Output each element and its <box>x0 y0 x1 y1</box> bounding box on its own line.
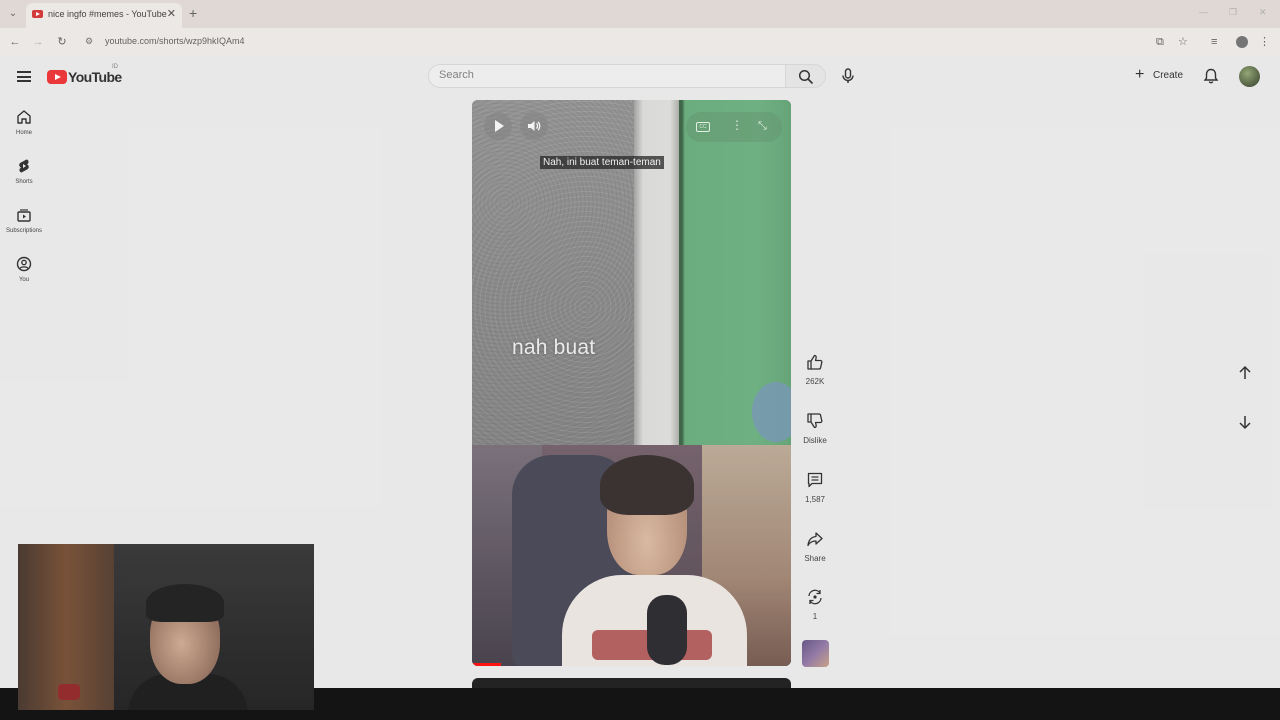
voice-search-button[interactable] <box>836 64 860 88</box>
guide-item-home[interactable]: Home <box>0 109 48 153</box>
browser-menu-icon[interactable]: ⋮ <box>1259 36 1270 48</box>
burned-in-video-text: nah buat <box>512 336 596 359</box>
guide-item-subscriptions[interactable]: Subscriptions <box>0 207 48 251</box>
video-top-clip: nah buat <box>472 100 791 445</box>
guide-item-you[interactable]: You <box>0 256 48 300</box>
site-info-icon[interactable]: ⚙ <box>85 36 93 47</box>
guide-label-home: Home <box>15 130 32 136</box>
arrow-up-icon <box>1239 365 1251 379</box>
closed-caption-text: Nah, ini buat teman-teman <box>540 156 664 169</box>
fullscreen-icon[interactable]: ⤡ <box>758 120 767 133</box>
plus-icon: + <box>1135 66 1145 83</box>
thumbs-down-icon <box>807 413 823 429</box>
browser-tab-strip: ⌄ nice ingfo #memes - YouTube ✕ + — ❐ ✕ <box>0 0 1280 28</box>
guide-item-shorts[interactable]: Shorts <box>0 158 48 202</box>
more-options-icon[interactable]: ⋮ <box>731 118 743 132</box>
player-controls-right: CC ⋮ ⤡ <box>686 112 782 142</box>
remix-count: 1 <box>812 612 818 621</box>
remix-icon <box>808 589 822 605</box>
arrow-down-icon <box>1239 416 1251 430</box>
comments-button[interactable]: 1,587 <box>799 471 831 523</box>
subscriptions-icon <box>17 209 31 222</box>
minimize-window-icon[interactable]: — <box>1199 7 1208 17</box>
like-count: 262K <box>805 377 825 386</box>
dislike-button[interactable]: Dislike <box>799 412 831 464</box>
playback-progress-bar[interactable] <box>472 663 501 666</box>
guide-label-subscriptions: Subscriptions <box>5 228 43 234</box>
webcam-overlay <box>18 544 314 710</box>
forward-arrow-icon[interactable]: → <box>31 35 45 49</box>
create-button[interactable]: + Create <box>1127 64 1193 88</box>
close-window-icon[interactable]: ✕ <box>1259 7 1267 18</box>
guide-menu-icon[interactable] <box>17 71 31 82</box>
maximize-window-icon[interactable]: ❐ <box>1229 7 1237 18</box>
tab-close-icon[interactable]: ✕ <box>167 7 176 20</box>
share-label: Share <box>804 554 826 563</box>
thumbs-up-icon <box>807 354 823 370</box>
logo-country-code: ID <box>112 64 118 70</box>
search-box[interactable] <box>428 64 786 88</box>
next-short-button[interactable] <box>1233 410 1257 434</box>
microphone <box>647 595 687 665</box>
youtube-play-logo-icon <box>47 70 67 84</box>
share-button[interactable]: Share <box>799 530 831 582</box>
bookmark-star-icon[interactable]: ☆ <box>1178 36 1188 48</box>
extension-profile-icon[interactable] <box>1236 36 1248 48</box>
search-icon <box>798 69 814 85</box>
home-icon <box>17 110 31 124</box>
browser-tab-active[interactable]: nice ingfo #memes - YouTube ✕ <box>26 3 182 28</box>
user-avatar[interactable] <box>1239 66 1260 87</box>
search-input[interactable] <box>439 69 769 81</box>
remix-button[interactable]: 1 <box>799 588 831 640</box>
tab-title: nice ingfo #memes - YouTube <box>48 9 167 19</box>
browser-toolbar: ← → ↻ ⚙ youtube.com/shorts/wzp9hkIQAm4 ⧉… <box>0 28 1280 56</box>
previous-short-button[interactable] <box>1233 361 1257 385</box>
streamer-facecam-clip <box>472 445 791 666</box>
dislike-label: Dislike <box>803 436 827 445</box>
create-label: Create <box>1153 70 1184 81</box>
player-controls-left <box>484 112 548 142</box>
like-button[interactable]: 262K <box>799 353 831 405</box>
sound-thumbnail[interactable] <box>802 640 829 667</box>
road-line <box>634 100 679 445</box>
you-icon <box>16 256 32 272</box>
tab-search-chevron-icon[interactable]: ⌄ <box>6 7 20 21</box>
play-button[interactable] <box>484 112 512 140</box>
url-text: youtube.com/shorts/wzp9hkIQAm4 <box>105 36 245 46</box>
webcam-person-hair <box>146 584 224 622</box>
youtube-favicon-icon <box>32 10 43 18</box>
back-arrow-icon[interactable]: ← <box>8 35 22 49</box>
install-app-icon[interactable]: ⧉ <box>1156 36 1164 48</box>
comment-count: 1,587 <box>804 495 826 504</box>
new-tab-plus-icon[interactable]: + <box>189 6 197 20</box>
media-controls-icon[interactable]: ≡ <box>1211 36 1217 48</box>
volume-icon <box>528 121 541 131</box>
notifications-button[interactable] <box>1200 65 1222 87</box>
shorts-icon <box>19 159 29 173</box>
shorts-video-player[interactable]: nah buat CC ⋮ ⤡ Nah, ini buat teman-tema… <box>472 100 791 666</box>
microphone-icon <box>842 68 854 83</box>
person-hair <box>600 455 694 515</box>
webcam-red-object <box>58 684 80 700</box>
youtube-logo-text: YouTube <box>68 69 122 85</box>
reload-icon[interactable]: ↻ <box>55 35 69 49</box>
guide-label-you: You <box>18 277 30 283</box>
guide-label-shorts: Shorts <box>15 179 33 185</box>
volume-button[interactable] <box>520 112 548 140</box>
asphalt-area <box>472 100 634 445</box>
bell-icon <box>1203 68 1219 84</box>
comment-icon <box>807 472 823 488</box>
address-bar[interactable]: ⚙ youtube.com/shorts/wzp9hkIQAm4 <box>80 31 1200 53</box>
search-button[interactable] <box>786 64 826 88</box>
youtube-masthead: YouTube ID + Create <box>0 56 1280 100</box>
captions-button[interactable]: CC <box>696 122 710 132</box>
share-icon <box>807 532 823 547</box>
